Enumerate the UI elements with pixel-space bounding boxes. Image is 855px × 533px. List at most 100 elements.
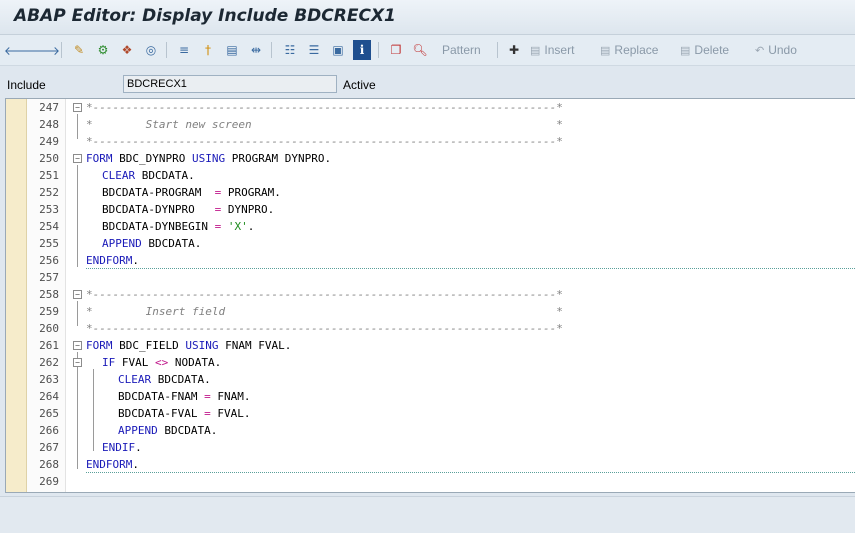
keyword: APPEND [118, 424, 158, 437]
code-line: 259 * Insert field * [6, 303, 855, 320]
line-number: 251 [39, 169, 59, 182]
code-text: CLEAR BDCDATA. [102, 167, 195, 184]
code-token: FNAM FVAL. [218, 339, 292, 352]
code-text: IF FVAL <> NODATA. [102, 354, 221, 371]
code-token: BDCDATA-FNAM [118, 390, 205, 403]
code-line: 262 − IF FVAL <> NODATA. [6, 354, 855, 371]
fold-toggle-icon[interactable]: − [73, 341, 82, 350]
pretty-printer-icon[interactable]: ⇹ [247, 40, 265, 60]
navigation-window-icon[interactable]: ▤ [223, 40, 241, 60]
line-number: 261 [39, 339, 59, 352]
code-text: *---------------------------------------… [86, 135, 563, 148]
code-text: *---------------------------------------… [86, 101, 563, 114]
code-token: FNAM. [210, 390, 251, 403]
code-text: BDCDATA-FNAM = FNAM. [118, 388, 250, 405]
code-token: BDCDATA. [141, 237, 202, 250]
code-line: 253 BDCDATA-DYNPRO = DYNPRO. [6, 201, 855, 218]
code-token: BDCDATA. [157, 424, 218, 437]
replace-line-icon: ▤ [600, 44, 611, 57]
line-number: 248 [39, 118, 59, 131]
operator: = [204, 390, 211, 403]
code-text: BDCDATA-FVAL = FVAL. [118, 405, 250, 422]
display-object-list-icon[interactable]: ≡ [175, 40, 193, 60]
breakpoint-icon[interactable]: † [199, 40, 217, 60]
line-number: 255 [39, 237, 59, 250]
screen-icon[interactable]: ▣ [329, 40, 347, 60]
line-number: 249 [39, 135, 59, 148]
where-used-icon[interactable]: ◎ [142, 40, 160, 60]
pattern-label: Pattern [442, 43, 481, 57]
line-number: 269 [39, 475, 59, 488]
code-line: 252 BDCDATA-PROGRAM = PROGRAM. [6, 184, 855, 201]
line-number: 256 [39, 254, 59, 267]
line-number: 247 [39, 101, 59, 114]
code-text: BDCDATA-DYNBEGIN = 'X'. [102, 218, 254, 235]
insert-line-icon: ▤ [530, 44, 541, 57]
code-text: CLEAR BDCDATA. [118, 371, 211, 388]
keyword: IF [102, 356, 116, 369]
title-bar: ABAP Editor: Display Include BDCRECX1 [0, 0, 855, 35]
line-number: 267 [39, 441, 59, 454]
code-token: BDCDATA. [151, 373, 211, 386]
code-text: * Start new screen * [86, 118, 563, 131]
include-label: Include [7, 78, 46, 92]
undo-label: Undo [768, 43, 797, 57]
code-editor[interactable]: 247 − *---------------------------------… [5, 98, 855, 493]
code-line: 269 [6, 473, 855, 490]
forward-icon[interactable]: 🡒 [28, 40, 60, 60]
fold-toggle-icon[interactable]: − [73, 358, 82, 367]
line-number: 262 [39, 356, 59, 369]
code-line: 265 BDCDATA-FVAL = FVAL. [6, 405, 855, 422]
test-icon[interactable]: ❖ [118, 40, 136, 60]
insert-button[interactable]: ▤ Insert [530, 40, 574, 60]
code-line: 263 CLEAR BDCDATA. [6, 371, 855, 388]
delete-button[interactable]: ▤ Delete [680, 40, 729, 60]
code-token: PROGRAM. [221, 186, 281, 199]
code-token: DYNPRO. [221, 203, 275, 216]
code-token: FVAL. [210, 407, 251, 420]
line-number: 257 [39, 271, 59, 284]
include-name-field[interactable]: BDCRECX1 [123, 75, 337, 93]
replace-button[interactable]: ▤ Replace [600, 40, 658, 60]
hierarchy-icon[interactable]: ☷ [281, 40, 299, 60]
search-icon[interactable]: 🔍︎ [411, 40, 429, 60]
keyword: ENDIF [102, 441, 136, 454]
status-bar [0, 496, 855, 533]
code-text: APPEND BDCDATA. [102, 235, 201, 252]
insert-label: Insert [544, 43, 575, 57]
check-icon[interactable]: ✎ [70, 40, 88, 60]
keyword: CLEAR [118, 373, 152, 386]
fold-toggle-icon[interactable]: − [73, 154, 82, 163]
code-text: BDCDATA-DYNPRO = DYNPRO. [102, 201, 274, 218]
code-text: * Insert field * [86, 305, 563, 318]
fold-toggle-icon[interactable]: − [73, 290, 82, 299]
pattern-button[interactable]: Pattern [442, 40, 481, 60]
code-text: ENDFORM. [86, 456, 139, 473]
window-title: ABAP Editor: Display Include BDCRECX1 [14, 6, 396, 26]
code-text: APPEND BDCDATA. [118, 422, 217, 439]
line-number: 260 [39, 322, 59, 335]
code-line: 266 APPEND BDCDATA. [6, 422, 855, 439]
keyword: FORM [86, 339, 113, 352]
string-literal: 'X' [221, 220, 248, 233]
code-line: 248 * Start new screen * [6, 116, 855, 133]
keyword: USING [191, 152, 226, 165]
enhancement-icon[interactable]: ☰ [305, 40, 323, 60]
keyword: FORM [86, 152, 113, 165]
code-line: 249 *-----------------------------------… [6, 133, 855, 150]
code-token: BDC_FIELD [112, 339, 186, 352]
code-token: BDC_DYNPRO [112, 152, 192, 165]
bookmark-icon[interactable]: ❐ [387, 40, 405, 60]
code-text: FORM BDC_FIELD USING FNAM FVAL. [86, 337, 291, 354]
back-icon[interactable]: 🡐 [4, 40, 36, 60]
keyword: ENDFORM [86, 458, 133, 471]
code-line: 247 − *---------------------------------… [6, 99, 855, 116]
block-icon[interactable]: ✚ [505, 40, 523, 60]
fold-toggle-icon[interactable]: − [73, 103, 82, 112]
code-line: 254 BDCDATA-DYNBEGIN = 'X'. [6, 218, 855, 235]
undo-button[interactable]: ↶ Undo [755, 40, 797, 60]
info-icon[interactable]: i [353, 40, 371, 60]
activate-icon[interactable]: ⚙ [94, 40, 112, 60]
keyword: USING [185, 339, 219, 352]
code-text: ENDFORM. [86, 252, 139, 269]
